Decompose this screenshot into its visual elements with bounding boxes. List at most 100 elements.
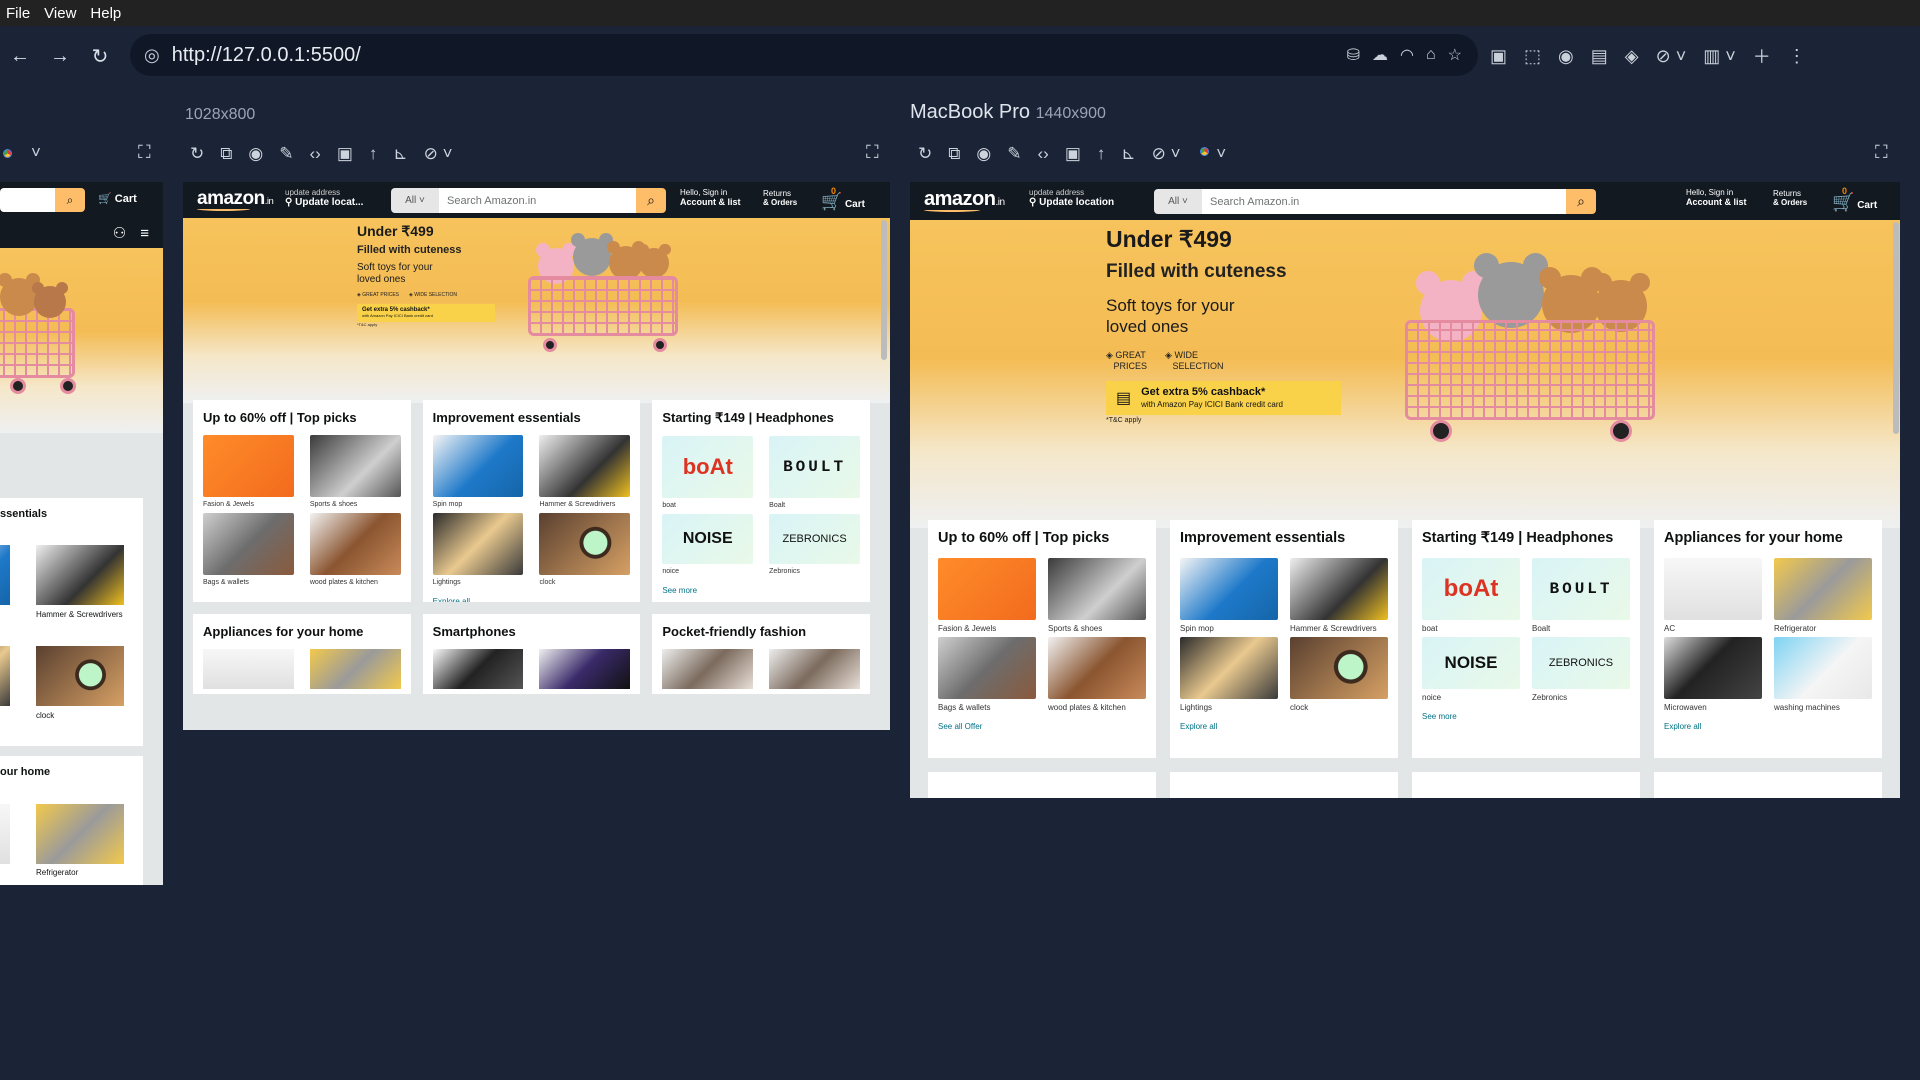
explore-all-link[interactable]: Explore all	[1664, 722, 1872, 731]
product-tile[interactable]: Hammer & Screwdrivers	[539, 435, 631, 509]
camera-icon[interactable]: ◉	[1558, 46, 1574, 67]
add-icon[interactable]: ＋	[1753, 43, 1771, 69]
product-tile[interactable]: Hammer & Screwdrivers	[1290, 558, 1388, 633]
cart-link[interactable]: 🛒 0 Cart	[1832, 186, 1877, 213]
product-tile[interactable]: Fasion & Jewels	[938, 558, 1036, 633]
menu-icon[interactable]: ≡	[140, 225, 149, 242]
product-tile[interactable]: Bags & wallets	[203, 513, 294, 587]
cloud-off-icon[interactable]: ☁	[1372, 45, 1388, 65]
returns-link[interactable]: Returns & Orders	[1773, 189, 1807, 207]
search-category[interactable]: All ˅	[391, 188, 439, 213]
rotate-icon[interactable]: ▣	[1065, 144, 1081, 164]
see-more-link[interactable]: See more	[662, 586, 860, 595]
amazon-logo[interactable]: amazon.in	[924, 188, 1005, 212]
chevron-down-icon[interactable]: ˅	[31, 143, 41, 163]
database-icon[interactable]: ⛁	[1347, 45, 1360, 65]
product-tile[interactable]: wood plates & kitchen	[309, 513, 401, 587]
product-tile[interactable]: clock	[539, 513, 631, 587]
amazon-logo[interactable]: amazon.in	[197, 188, 274, 211]
product-tile[interactable]: Spin mop	[1180, 558, 1278, 633]
search-input[interactable]: Search Amazon.in	[1202, 189, 1566, 214]
search-category[interactable]: All ˅	[1154, 189, 1202, 214]
reload-icon[interactable]: ↻	[918, 144, 932, 164]
menu-file[interactable]: File	[6, 5, 30, 22]
address-bar[interactable]: ◎ http://127.0.0.1:5500/ ⛁ ☁ ◠ ⌂ ☆	[130, 34, 1478, 76]
explore-all-link[interactable]: Explore all	[1180, 722, 1388, 731]
eye-off-icon[interactable]: ⊘ ˅	[1152, 144, 1181, 164]
search-icon[interactable]: ⌕	[55, 188, 85, 212]
product-tile[interactable]: washing machines	[1774, 637, 1872, 712]
brand-tile[interactable]: BOULT Boalt	[769, 436, 860, 510]
menu-help[interactable]: Help	[90, 5, 121, 22]
chrome-icon[interactable]: ˅	[1196, 144, 1226, 164]
cart-link[interactable]: 🛒 0 Cart	[821, 186, 865, 212]
see-all-link[interactable]: See all Offer	[938, 722, 1146, 731]
screenshot-icon[interactable]: ⧉	[948, 144, 960, 164]
back-icon[interactable]: ←	[0, 45, 40, 68]
inspect-icon[interactable]: ⬚	[1524, 46, 1541, 67]
devices-icon[interactable]: ▣	[1490, 46, 1507, 67]
search-bar[interactable]: All ˅ Search Amazon.in ⌕	[1154, 189, 1596, 214]
product-tile[interactable]: Fasion & Jewels	[203, 435, 294, 509]
product-image[interactable]	[36, 545, 124, 605]
camera-icon[interactable]: ◉	[976, 144, 991, 164]
home-icon[interactable]: ⌂	[1426, 46, 1436, 64]
reload-icon[interactable]: ↻	[80, 44, 120, 69]
product-tile[interactable]: Lightings	[432, 513, 524, 587]
brand-tile[interactable]: boAt boat	[1422, 558, 1520, 633]
account-link[interactable]: Hello, Sign in Account & list	[1686, 188, 1747, 208]
brand-tile[interactable]: boAt boat	[662, 436, 754, 510]
product-tile[interactable]: Microwaven	[1664, 637, 1762, 712]
left-search[interactable]: ⌕	[0, 188, 85, 212]
returns-link[interactable]: Returns & Orders	[763, 189, 797, 207]
code-icon[interactable]: ‹›	[1037, 144, 1048, 164]
product-tile[interactable]: AC	[1664, 558, 1762, 633]
search-input[interactable]: Search Amazon.in	[439, 188, 636, 213]
brand-tile[interactable]: NOISE noice	[662, 514, 754, 576]
product-tile[interactable]: clock	[1290, 637, 1388, 712]
product-image[interactable]	[36, 646, 124, 706]
ruler-icon[interactable]: ⊾	[393, 144, 407, 164]
cart-link[interactable]: 🛒 Cart	[98, 192, 137, 205]
brand-tile[interactable]: NOISE noice	[1422, 637, 1520, 702]
arrow-up-icon[interactable]: ↑	[369, 144, 378, 164]
code-icon[interactable]: ‹›	[309, 144, 320, 164]
brush-icon[interactable]: ✎	[279, 144, 293, 164]
eye-off-icon[interactable]: ⊘ ˅	[424, 144, 453, 164]
product-tile[interactable]: Bags & wallets	[938, 637, 1036, 712]
brand-tile[interactable]: BOULT Boalt	[1532, 558, 1630, 633]
wifi-icon[interactable]: ◠	[1400, 45, 1414, 65]
camera-icon[interactable]: ◉	[248, 144, 263, 164]
product-image[interactable]	[36, 804, 124, 864]
forward-icon[interactable]: →	[40, 45, 80, 68]
ruler-icon[interactable]: ⊾	[1121, 144, 1135, 164]
fullscreen-icon[interactable]: ⛶	[866, 142, 879, 163]
fullscreen-icon[interactable]: ⛶	[1875, 142, 1888, 163]
product-tile[interactable]: Lightings	[1180, 637, 1278, 712]
product-tile[interactable]: Refrigerator	[1774, 558, 1872, 633]
star-icon[interactable]: ☆	[1448, 45, 1462, 65]
search-bar[interactable]: All ˅ Search Amazon.in ⌕	[391, 188, 666, 213]
product-tile[interactable]: Sports & shoes	[309, 435, 401, 509]
layout-icon[interactable]: ▥ ˅	[1703, 46, 1736, 67]
menu-view[interactable]: View	[44, 5, 76, 22]
fullscreen-icon[interactable]: ⛶	[138, 142, 151, 163]
eye-off-icon[interactable]: ⊘ ˅	[1656, 46, 1687, 67]
brand-tile[interactable]: ZEBRONICS Zebronics	[769, 514, 860, 576]
product-tile[interactable]: wood plates & kitchen	[1048, 637, 1146, 712]
see-more-link[interactable]: See more	[1422, 712, 1630, 721]
address-selector[interactable]: update address ⚲ Update location	[1029, 188, 1114, 209]
hero-banner[interactable]: Under ₹499 Filled with cuteness Soft toy…	[910, 220, 1900, 528]
search-icon[interactable]: ⌕	[636, 188, 666, 213]
hero-banner[interactable]: Under ₹499 Filled with cuteness Soft toy…	[183, 218, 890, 403]
search-icon[interactable]: ⌕	[1566, 189, 1596, 214]
address-selector[interactable]: update address ⚲ Update locat...	[285, 188, 363, 209]
account-link[interactable]: Hello, Sign in Account & list	[680, 188, 741, 208]
brand-tile[interactable]: ZEBRONICS Zebronics	[1532, 637, 1630, 702]
brush-icon[interactable]: ✎	[1007, 144, 1021, 164]
reload-icon[interactable]: ↻	[190, 144, 204, 164]
layers-icon[interactable]: ◈	[1625, 46, 1639, 67]
explore-all-link[interactable]: Explore all	[433, 597, 631, 602]
rotate-icon[interactable]: ▣	[337, 144, 353, 164]
more-icon[interactable]: ⋮	[1788, 46, 1806, 67]
